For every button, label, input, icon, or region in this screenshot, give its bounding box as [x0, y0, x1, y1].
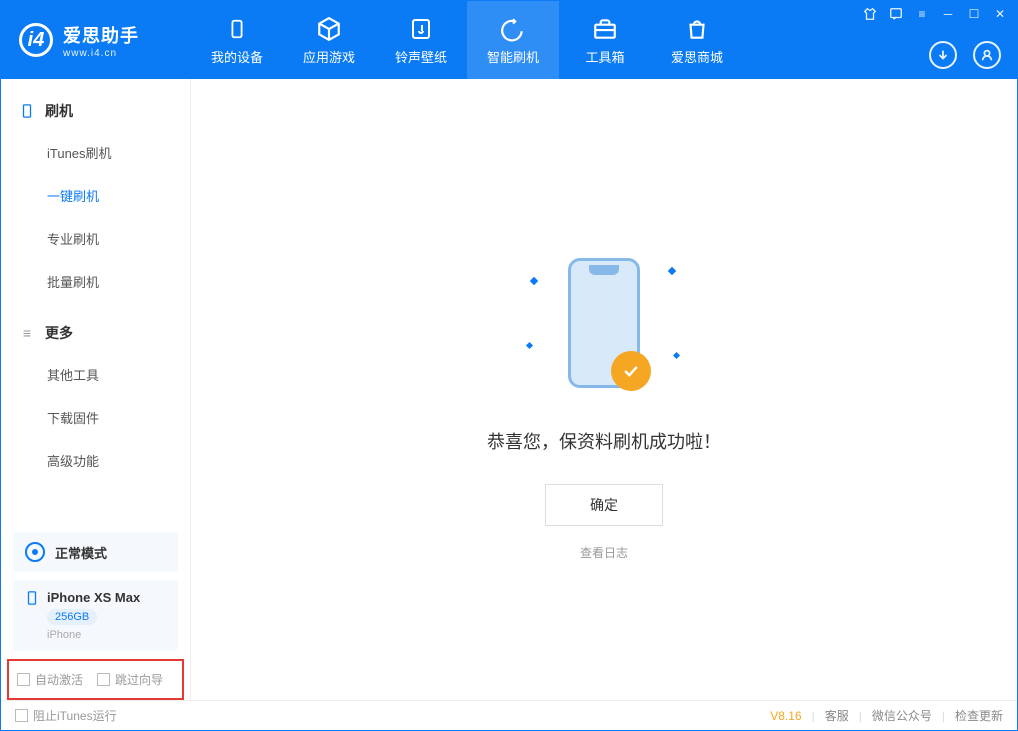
- nav-tab-apps-games[interactable]: 应用游戏: [283, 1, 375, 79]
- block-itunes-label[interactable]: 阻止iTunes运行: [33, 707, 117, 724]
- sidebar-section-more: ≡ 更多: [1, 313, 190, 353]
- body-area: 刷机 iTunes刷机 一键刷机 专业刷机 批量刷机 ≡ 更多 其他工具 下载固…: [1, 79, 1017, 700]
- nav-label: 工具箱: [585, 47, 624, 66]
- download-button[interactable]: [929, 41, 957, 69]
- checkbox-skip-guide[interactable]: 跳过向导: [97, 671, 163, 688]
- success-illustration: [549, 258, 659, 398]
- list-icon: ≡: [19, 325, 35, 341]
- nav-tab-my-device[interactable]: 我的设备: [191, 1, 283, 79]
- section-title: 更多: [45, 323, 73, 343]
- logo-text: 爱思助手 www.i4.cn: [63, 22, 139, 59]
- app-url: www.i4.cn: [63, 48, 139, 59]
- checkbox-label: 自动激活: [35, 671, 83, 688]
- footer-link-update[interactable]: 检查更新: [955, 707, 1003, 724]
- check-icon: [611, 351, 651, 391]
- nav-tab-ringtones-wallpapers[interactable]: 铃声壁纸: [375, 1, 467, 79]
- menu-icon[interactable]: ≡: [915, 7, 929, 21]
- footer-right: V8.16 | 客服 | 微信公众号 | 检查更新: [770, 707, 1003, 724]
- shirt-icon[interactable]: [863, 7, 877, 21]
- sidebar-item-download-firmware[interactable]: 下载固件: [1, 396, 190, 439]
- main-content: 恭喜您，保资料刷机成功啦！ 确定 查看日志: [191, 79, 1017, 700]
- logo-area: i4 爱思助手 www.i4.cn: [1, 22, 191, 59]
- checkbox-label: 跳过向导: [115, 671, 163, 688]
- footer-link-support[interactable]: 客服: [825, 707, 849, 724]
- sidebar-item-other-tools[interactable]: 其他工具: [1, 353, 190, 396]
- app-name: 爱思助手: [63, 22, 139, 48]
- feedback-icon[interactable]: [889, 7, 903, 21]
- nav-tabs: 我的设备 应用游戏 铃声壁纸 智能刷机 工具箱 爱思商城: [191, 1, 743, 79]
- checkbox-auto-activate[interactable]: 自动激活: [17, 671, 83, 688]
- device-icon: [223, 15, 251, 43]
- checkbox-icon: [97, 673, 110, 686]
- cube-icon: [315, 15, 343, 43]
- footer-left: 阻止iTunes运行: [15, 707, 117, 724]
- nav-tab-shop[interactable]: 爱思商城: [651, 1, 743, 79]
- window-controls-top: ≡ ─ ☐ ✕: [863, 7, 1007, 21]
- mode-icon: [25, 542, 45, 562]
- device-type: iPhone: [47, 629, 166, 641]
- sidebar-item-oneclick-flash[interactable]: 一键刷机: [1, 174, 190, 217]
- sidebar-item-batch-flash[interactable]: 批量刷机: [1, 260, 190, 303]
- sidebar-item-itunes-flash[interactable]: iTunes刷机: [1, 131, 190, 174]
- footer: 阻止iTunes运行 V8.16 | 客服 | 微信公众号 | 检查更新: [1, 700, 1017, 730]
- confirm-button[interactable]: 确定: [545, 484, 663, 526]
- logo-icon: i4: [19, 23, 53, 57]
- device-name: iPhone XS Max: [47, 590, 140, 605]
- toolbox-icon: [591, 15, 619, 43]
- sidebar-section-flash: 刷机: [1, 91, 190, 131]
- device-storage: 256GB: [47, 609, 97, 625]
- close-icon[interactable]: ✕: [993, 7, 1007, 21]
- refresh-icon: [499, 15, 527, 43]
- phone-icon: [25, 591, 39, 605]
- success-message: 恭喜您，保资料刷机成功啦！: [487, 428, 721, 454]
- nav-tab-smart-flash[interactable]: 智能刷机: [467, 1, 559, 79]
- shop-icon: [683, 15, 711, 43]
- window-controls-bottom: [929, 41, 1001, 69]
- nav-label: 铃声壁纸: [395, 47, 447, 66]
- device-info-area: 正常模式 iPhone XS Max 256GB iPhone 自动激活 跳过向…: [1, 532, 190, 700]
- view-log-link[interactable]: 查看日志: [580, 544, 628, 561]
- maximize-icon[interactable]: ☐: [967, 7, 981, 21]
- sidebar-item-advanced[interactable]: 高级功能: [1, 439, 190, 482]
- checkbox-icon[interactable]: [15, 709, 28, 722]
- user-button[interactable]: [973, 41, 1001, 69]
- version-label: V8.16: [770, 709, 801, 723]
- mode-text: 正常模式: [55, 543, 107, 562]
- mode-card[interactable]: 正常模式: [13, 532, 178, 572]
- section-title: 刷机: [45, 101, 73, 121]
- phone-icon: [568, 258, 640, 388]
- nav-label: 智能刷机: [487, 47, 539, 66]
- nav-tab-toolbox[interactable]: 工具箱: [559, 1, 651, 79]
- sidebar: 刷机 iTunes刷机 一键刷机 专业刷机 批量刷机 ≡ 更多 其他工具 下载固…: [1, 79, 191, 700]
- nav-label: 应用游戏: [303, 47, 355, 66]
- nav-label: 爱思商城: [671, 47, 723, 66]
- device-card[interactable]: iPhone XS Max 256GB iPhone: [13, 580, 178, 651]
- footer-link-wechat[interactable]: 微信公众号: [872, 707, 932, 724]
- music-icon: [407, 15, 435, 43]
- phone-icon: [19, 103, 35, 119]
- sidebar-item-pro-flash[interactable]: 专业刷机: [1, 217, 190, 260]
- checkbox-icon: [17, 673, 30, 686]
- app-header: i4 爱思助手 www.i4.cn 我的设备 应用游戏 铃声壁纸 智能刷机 工具…: [1, 1, 1017, 79]
- nav-label: 我的设备: [211, 47, 263, 66]
- options-highlight-box: 自动激活 跳过向导: [7, 659, 184, 700]
- minimize-icon[interactable]: ─: [941, 7, 955, 21]
